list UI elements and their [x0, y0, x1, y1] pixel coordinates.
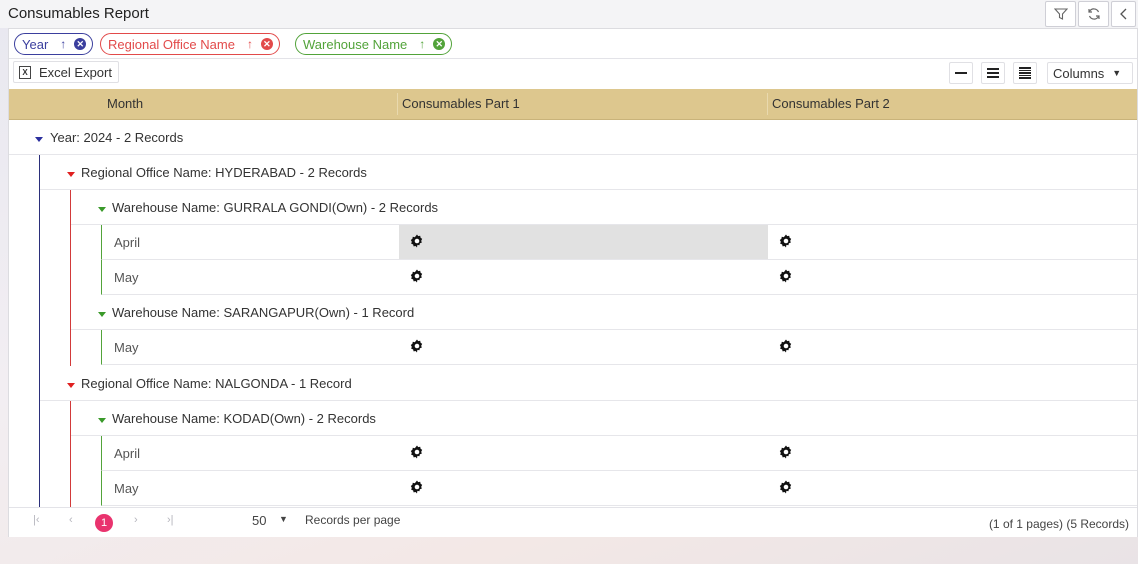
- group-row-warehouse[interactable]: Warehouse Name: KODAD(Own) - 2 Records: [71, 401, 1137, 436]
- refresh-button[interactable]: [1078, 1, 1109, 27]
- table-row[interactable]: April: [101, 225, 1137, 260]
- column-header-part2[interactable]: Consumables Part 2: [772, 89, 890, 120]
- filter-button[interactable]: [1045, 1, 1076, 27]
- grid-toolbar: X Excel Export Columns ▼: [9, 59, 1137, 89]
- collapse-button[interactable]: [1111, 1, 1136, 27]
- group-chip-year[interactable]: Year ↑ ✕: [14, 33, 94, 55]
- columns-button[interactable]: Columns ▼: [1047, 62, 1133, 84]
- group-label: Warehouse Name: GURRALA GONDI(Own) - 2 R…: [112, 200, 439, 215]
- month-cell: May: [114, 481, 139, 496]
- page-title: Consumables Report: [8, 5, 149, 22]
- grid-body: Year: 2024 - 2 Records Regional Office N…: [9, 120, 1137, 507]
- month-cell: April: [114, 235, 141, 250]
- table-row[interactable]: May: [101, 330, 1137, 365]
- group-chip-warehouse[interactable]: Warehouse Name ↑ ✕: [295, 33, 453, 55]
- gear-icon[interactable]: [409, 268, 425, 284]
- refresh-icon: [1087, 8, 1100, 20]
- group-row-regional-office[interactable]: Regional Office Name: HYDERABAD - 2 Reco…: [40, 155, 1137, 190]
- tree-line-year: [39, 155, 40, 507]
- table-row[interactable]: April: [101, 436, 1137, 471]
- excel-export-label: Excel Export: [39, 64, 112, 80]
- group-label: Warehouse Name: SARANGAPUR(Own) - 1 Reco…: [112, 305, 415, 320]
- group-row-warehouse[interactable]: Warehouse Name: SARANGAPUR(Own) - 1 Reco…: [71, 295, 1137, 330]
- gear-icon[interactable]: [409, 444, 425, 460]
- filter-icon: [1053, 8, 1068, 20]
- column-divider: [397, 93, 398, 115]
- prev-page-icon[interactable]: ‹: [69, 514, 73, 526]
- density-standard-button[interactable]: [981, 62, 1005, 84]
- page-size-label: Records per page: [305, 513, 401, 527]
- remove-icon[interactable]: ✕: [74, 38, 87, 50]
- grid-header: Month Consumables Part 1 Consumables Par…: [9, 89, 1137, 120]
- collapse-arrow-icon[interactable]: [35, 137, 43, 142]
- standard-density-icon: [987, 68, 999, 70]
- collapse-arrow-icon[interactable]: [98, 207, 106, 212]
- table-row[interactable]: May: [101, 471, 1137, 506]
- group-by-bar: Year ↑ ✕ Regional Office Name ↑ ✕ Wareho…: [9, 29, 1137, 59]
- title-bar: Consumables Report: [0, 0, 1138, 28]
- remove-icon[interactable]: ✕: [260, 38, 273, 50]
- remove-icon[interactable]: ✕: [433, 38, 446, 50]
- group-chip-label: Warehouse Name: [303, 36, 408, 52]
- column-header-month[interactable]: Month: [107, 89, 143, 120]
- gear-icon[interactable]: [778, 268, 794, 284]
- columns-label: Columns: [1053, 65, 1105, 81]
- sort-ascending-icon[interactable]: ↑: [419, 37, 425, 51]
- gear-icon[interactable]: [778, 479, 794, 495]
- column-divider: [767, 93, 768, 115]
- month-cell: May: [114, 270, 139, 285]
- collapse-arrow-icon[interactable]: [98, 418, 106, 423]
- group-row-regional-office[interactable]: Regional Office Name: NALGONDA - 1 Recor…: [40, 366, 1137, 401]
- page-number-current[interactable]: 1: [95, 514, 113, 532]
- first-page-icon[interactable]: |‹: [33, 514, 40, 526]
- gear-icon[interactable]: [778, 233, 794, 249]
- page-size-select[interactable]: 50: [252, 513, 266, 528]
- column-header-part1[interactable]: Consumables Part 1: [402, 89, 520, 120]
- gear-icon[interactable]: [409, 338, 425, 354]
- group-label: Warehouse Name: KODAD(Own) - 2 Records: [112, 411, 376, 426]
- group-row-warehouse[interactable]: Warehouse Name: GURRALA GONDI(Own) - 2 R…: [71, 190, 1137, 225]
- group-row-year[interactable]: Year: 2024 - 2 Records: [9, 120, 1137, 155]
- group-chip-regional-office[interactable]: Regional Office Name ↑ ✕: [100, 33, 280, 55]
- comfortable-density-icon: [1019, 67, 1031, 69]
- group-label: Year: 2024 - 2 Records: [50, 130, 184, 145]
- table-row[interactable]: May: [101, 260, 1137, 295]
- compact-density-icon: [955, 72, 967, 74]
- group-chip-label: Regional Office Name: [108, 36, 235, 52]
- gear-icon[interactable]: [778, 444, 794, 460]
- group-label: Regional Office Name: NALGONDA - 1 Recor…: [81, 376, 352, 391]
- gear-icon[interactable]: [409, 479, 425, 495]
- excel-export-button[interactable]: X Excel Export: [13, 61, 119, 83]
- collapse-arrow-icon[interactable]: [98, 312, 106, 317]
- group-chip-label: Year: [22, 36, 49, 52]
- density-compact-button[interactable]: [949, 62, 973, 84]
- month-cell: April: [114, 446, 141, 461]
- month-cell: May: [114, 340, 139, 355]
- excel-icon: X: [19, 65, 31, 79]
- density-comfortable-button[interactable]: [1013, 62, 1037, 84]
- next-page-icon[interactable]: ›: [134, 514, 138, 526]
- caret-down-icon[interactable]: ▼: [279, 514, 288, 524]
- report-panel: Year ↑ ✕ Regional Office Name ↑ ✕ Wareho…: [8, 28, 1138, 537]
- caret-down-icon: ▼: [1112, 68, 1122, 78]
- chevron-left-icon: [1119, 8, 1126, 20]
- pager-info: (1 of 1 pages) (5 Records): [988, 517, 1129, 531]
- selected-cell: [399, 225, 768, 259]
- last-page-icon[interactable]: ›|: [167, 514, 174, 526]
- sort-ascending-icon[interactable]: ↑: [247, 37, 253, 51]
- sort-ascending-icon[interactable]: ↑: [60, 37, 66, 51]
- group-label: Regional Office Name: HYDERABAD - 2 Reco…: [81, 165, 367, 180]
- gear-icon[interactable]: [409, 233, 425, 249]
- collapse-arrow-icon[interactable]: [67, 172, 75, 177]
- pager: |‹ ‹ 1 › ›| 50 ▼ Records per page (1 of …: [9, 507, 1137, 537]
- collapse-arrow-icon[interactable]: [67, 383, 75, 388]
- gear-icon[interactable]: [778, 338, 794, 354]
